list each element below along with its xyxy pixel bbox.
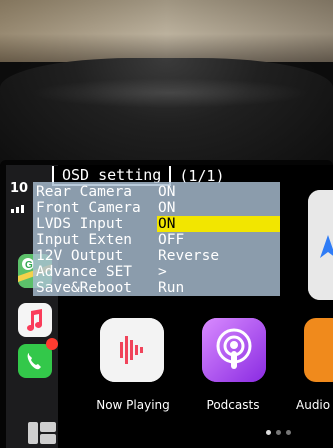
osd-item-save-reboot[interactable]: Save&Reboot Run [33, 280, 280, 296]
osd-item-lvds-input[interactable]: LVDS Input ON [33, 216, 280, 232]
signal-icon [11, 205, 24, 213]
now-playing-icon [100, 318, 164, 382]
osd-item-label: Rear Camera [36, 184, 133, 200]
osd-item-label: 12V Output [36, 248, 124, 264]
osd-item-label: Input Exten [36, 232, 133, 248]
phone-icon[interactable] [18, 344, 52, 378]
audiobooks-icon [304, 318, 333, 382]
osd-item-input-exten[interactable]: Input Exten OFF [33, 232, 280, 248]
page-dot [286, 430, 291, 435]
partial-app-tile[interactable] [308, 190, 333, 300]
osd-item-value: > [158, 264, 167, 280]
now-playing-app[interactable] [100, 318, 164, 382]
page-indicator[interactable] [266, 430, 291, 435]
osd-item-value: ON [158, 184, 176, 200]
osd-menu: Rear Camera ON Front Camera ON LVDS Inpu… [33, 182, 280, 296]
osd-item-rear-camera[interactable]: Rear Camera ON [33, 184, 280, 200]
phone-notification-badge [46, 338, 58, 350]
osd-item-value: ON [158, 200, 176, 216]
osd-item-value: ON [158, 216, 176, 232]
audio-label: Audio [296, 398, 331, 412]
osd-item-label: Advance SET [36, 264, 133, 280]
music-icon[interactable] [18, 303, 52, 337]
windshield-tint [0, 0, 333, 62]
osd-item-value: OFF [158, 232, 185, 248]
osd-item-value: Run [158, 280, 185, 296]
podcasts-icon [202, 318, 266, 382]
dashboard-hood [0, 58, 333, 176]
osd-item-label: Front Camera [36, 200, 141, 216]
status-time: 10 [10, 181, 29, 196]
osd-item-front-camera[interactable]: Front Camera ON [33, 200, 280, 216]
svg-text:G: G [25, 260, 33, 271]
dashboard-grid-icon[interactable] [28, 422, 56, 444]
osd-item-12v-output[interactable]: 12V Output Reverse [33, 248, 280, 264]
podcasts-label: Podcasts [206, 398, 260, 412]
osd-item-value: Reverse [158, 248, 220, 264]
podcasts-app[interactable] [202, 318, 266, 382]
osd-item-label: Save&Reboot [36, 280, 133, 296]
osd-item-advance-set[interactable]: Advance SET > [33, 264, 280, 280]
dashboard-reflection [30, 78, 310, 108]
audiobooks-app[interactable] [304, 318, 333, 382]
osd-item-label: LVDS Input [36, 216, 124, 232]
page-dot [276, 430, 281, 435]
page-dot [266, 430, 271, 435]
now-playing-label: Now Playing [96, 398, 170, 412]
